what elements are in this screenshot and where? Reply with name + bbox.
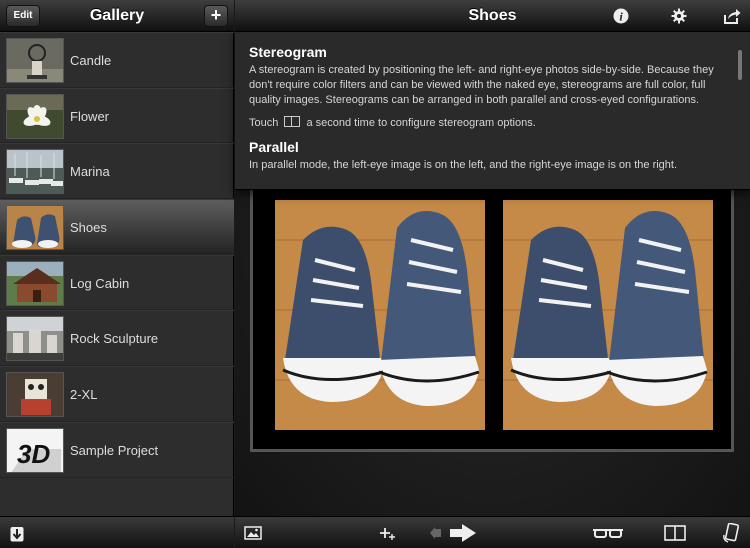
edit-button[interactable]: Edit xyxy=(6,5,40,27)
thumbnail-log-cabin xyxy=(6,260,64,306)
sidebar-header: Gallery Edit + xyxy=(0,0,234,32)
project-view: Shoes i Stereogram A stereogram is creat… xyxy=(235,0,750,548)
thumbnail-flower xyxy=(6,93,64,139)
thumbnail-3d-logo: 3D xyxy=(6,427,64,473)
popover-scrollbar[interactable] xyxy=(738,50,742,80)
arrow-right-icon[interactable] xyxy=(449,523,477,543)
gallery-item-label: Flower xyxy=(70,108,110,124)
gallery-item-label: Sample Project xyxy=(70,442,159,458)
project-header: Shoes i xyxy=(235,0,750,32)
project-toolbar xyxy=(235,516,750,548)
popover-heading-stereogram: Stereogram xyxy=(249,44,327,60)
gallery-item-label: Rock Sculpture xyxy=(70,331,159,347)
gallery-item-2-xl[interactable]: 2-XL xyxy=(0,366,234,422)
thumbnail-candle xyxy=(6,38,64,83)
photo-icon[interactable] xyxy=(243,523,263,543)
gallery-item-marina[interactable]: Marina xyxy=(0,143,234,200)
popover-text-stereogram: A stereogram is created by positioning t… xyxy=(249,64,714,106)
rotate-device-icon[interactable] xyxy=(721,523,741,543)
popover-text-parallel: In parallel mode, the left-eye image is … xyxy=(249,159,678,171)
gallery-item-sample-project[interactable]: 3D Sample Project xyxy=(0,421,234,478)
stereogram-icon[interactable] xyxy=(663,523,687,543)
3d-glasses-icon[interactable] xyxy=(591,523,625,543)
thumbnail-marina xyxy=(6,149,64,195)
thumbnail-rock-sculpture xyxy=(6,316,64,362)
svg-text:3D: 3D xyxy=(17,439,50,469)
help-popover[interactable]: Stereogram A stereogram is created by po… xyxy=(235,32,750,190)
touch-suffix: a second time to configure stereogram op… xyxy=(306,117,536,129)
add-project-button[interactable]: + xyxy=(204,5,228,27)
gallery-item-flower[interactable]: Flower xyxy=(0,87,234,144)
gallery-item-label: Log Cabin xyxy=(70,275,130,291)
gallery-item-label: 2-XL xyxy=(70,387,98,403)
gallery-list: Candle Flower Marina Shoes Log Cabin Roc… xyxy=(0,32,234,515)
popover-heading-parallel: Parallel xyxy=(249,139,299,155)
thumbnail-shoes xyxy=(6,205,64,251)
gallery-item-label: Marina xyxy=(70,164,110,180)
touch-prefix: Touch xyxy=(249,117,279,129)
sidebar-toolbar xyxy=(0,516,234,548)
gear-icon[interactable] xyxy=(669,6,689,26)
gallery-item-log-cabin[interactable]: Log Cabin xyxy=(0,254,234,311)
arrow-left-icon[interactable] xyxy=(428,523,444,543)
gallery-sidebar: Gallery Edit + Candle Flower Marina Shoe… xyxy=(0,0,234,548)
gallery-item-rock-sculpture[interactable]: Rock Sculpture xyxy=(0,310,234,367)
info-icon[interactable]: i xyxy=(611,6,631,26)
popover-touch-instruction: Touch a second time to configure stereog… xyxy=(249,116,722,131)
stereogram-icon xyxy=(284,116,301,127)
share-icon[interactable] xyxy=(721,6,743,26)
gallery-item-label: Candle xyxy=(70,53,112,68)
import-icon[interactable] xyxy=(9,523,25,543)
right-eye-photo xyxy=(503,200,713,430)
stereogram-stage xyxy=(250,175,734,452)
gallery-item-shoes[interactable]: Shoes xyxy=(0,199,234,255)
align-icon[interactable] xyxy=(377,523,397,543)
left-eye-photo xyxy=(275,200,485,430)
gallery-item-label: Shoes xyxy=(70,220,107,236)
thumbnail-2-xl xyxy=(6,372,64,418)
gallery-item-candle[interactable]: Candle xyxy=(0,32,234,88)
